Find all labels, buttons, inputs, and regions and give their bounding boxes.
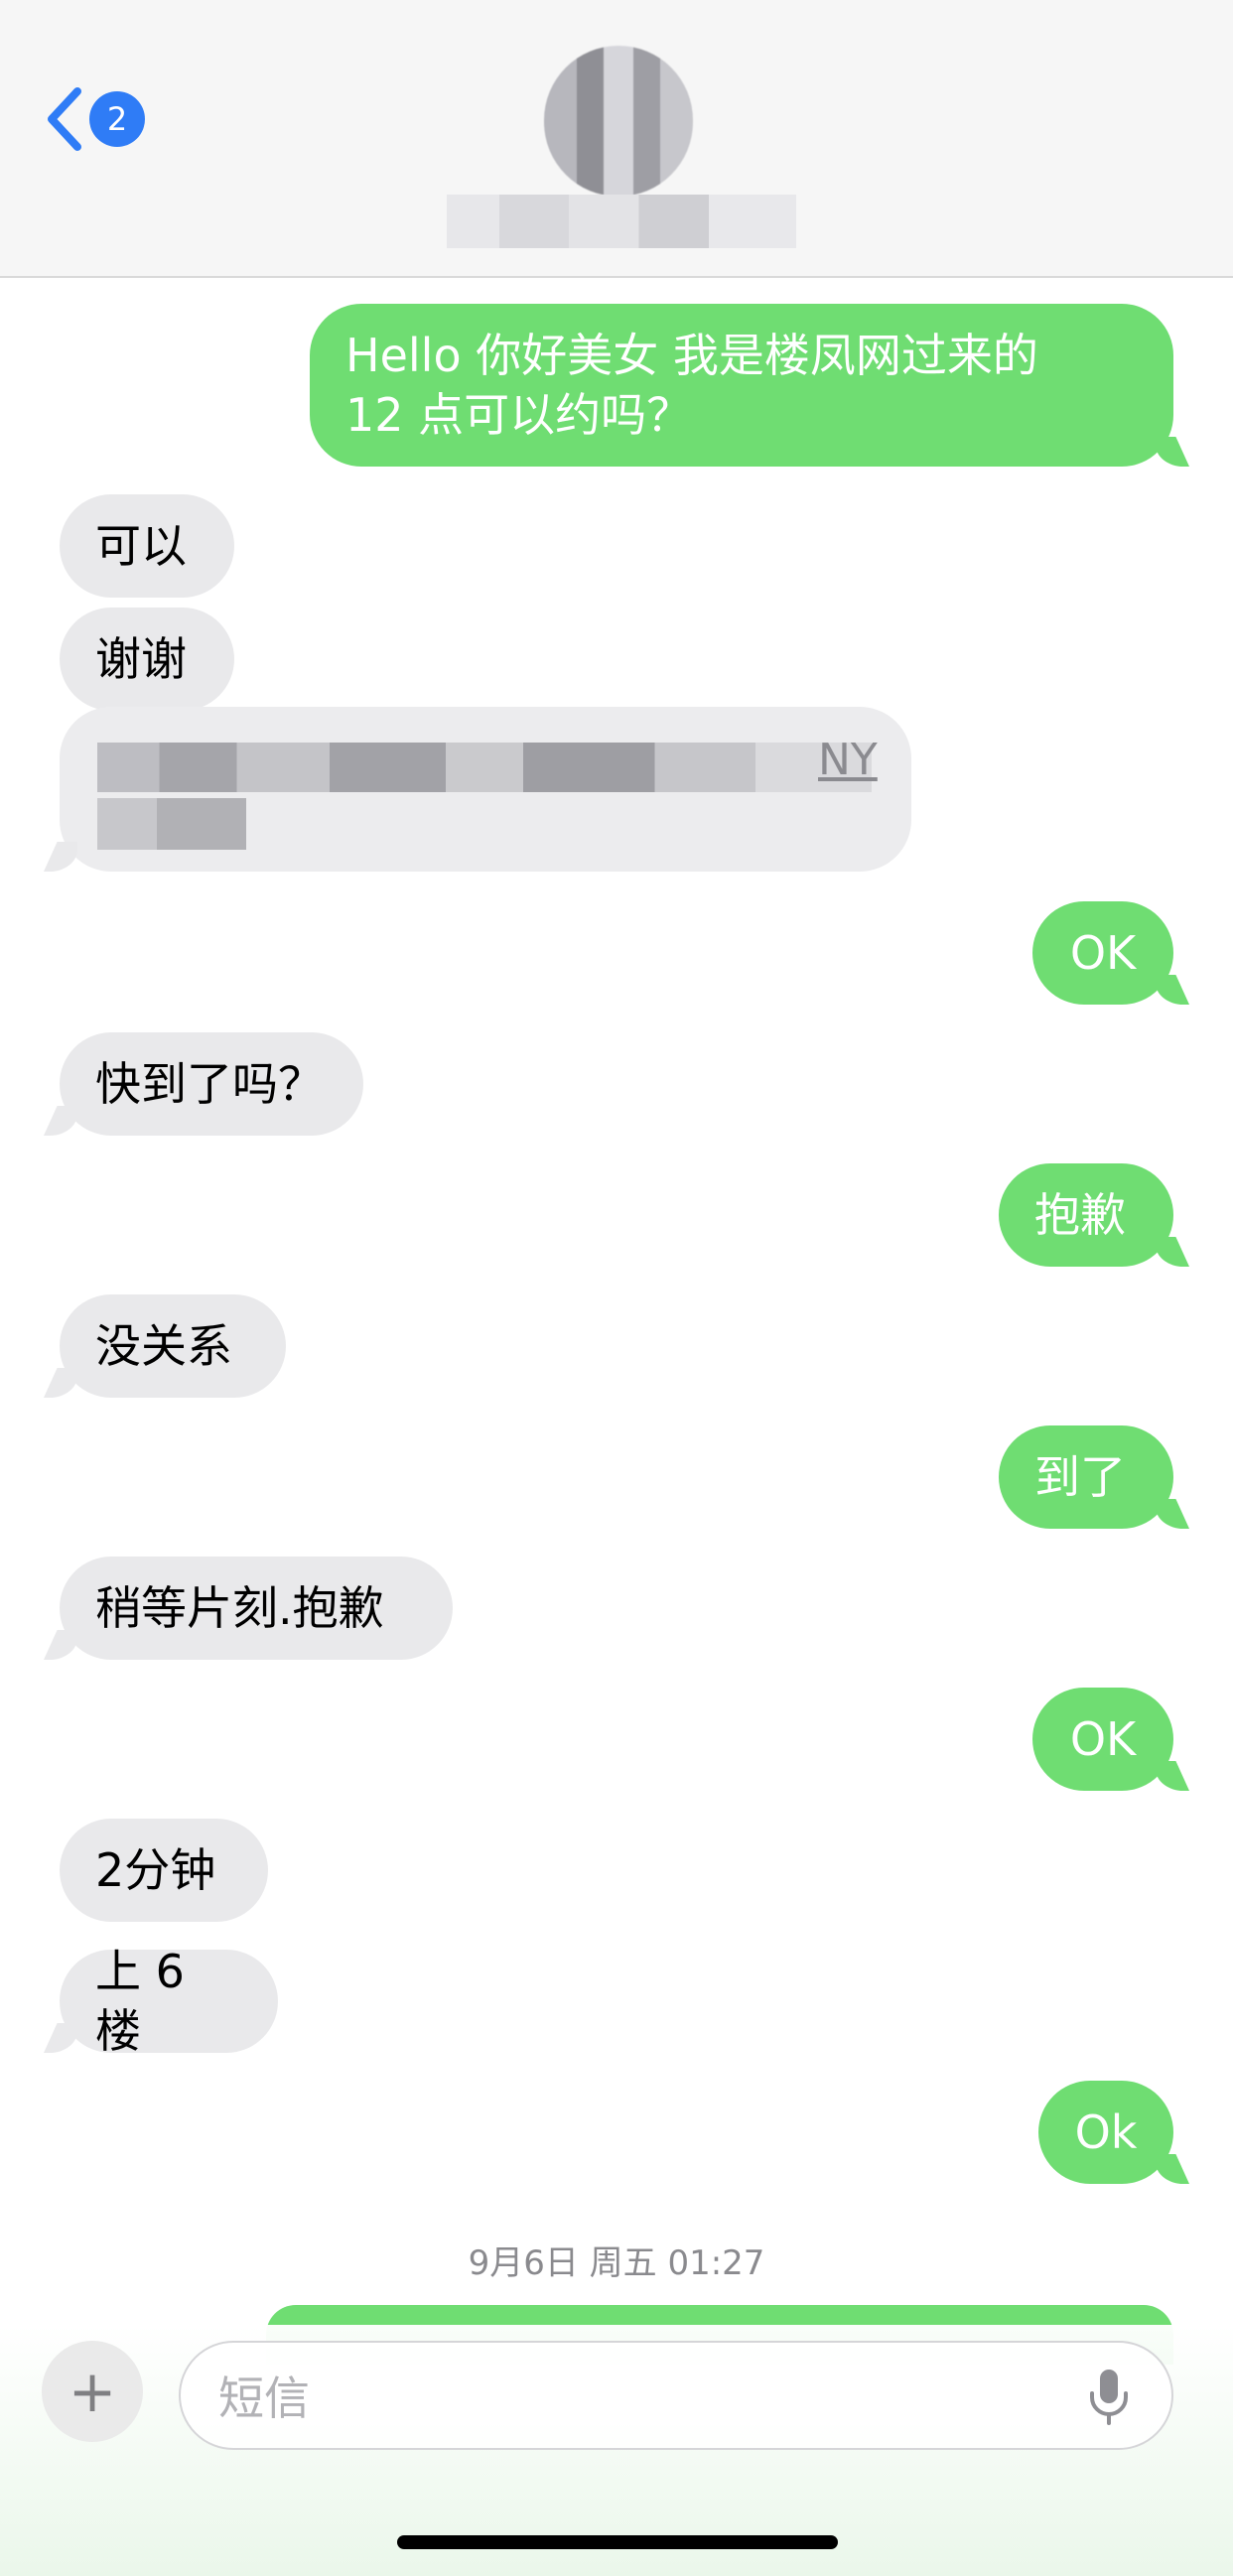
- back-button[interactable]: 2: [44, 85, 145, 153]
- home-indicator[interactable]: [397, 2535, 838, 2549]
- add-attachment-button[interactable]: +: [42, 2341, 143, 2442]
- redacted-text-line: [97, 743, 872, 792]
- microphone-icon[interactable]: [1086, 2368, 1132, 2427]
- message-bubble-received[interactable]: 快到了吗？: [60, 1032, 363, 1136]
- message-bubble-received[interactable]: 稍等片刻.抱歉: [60, 1557, 453, 1660]
- message-bubble-received[interactable]: 没关系: [60, 1294, 286, 1398]
- message-bubble-received[interactable]: 谢谢: [60, 608, 234, 711]
- message-bubble-sent[interactable]: 抱歉: [999, 1163, 1173, 1267]
- message-bubble-received[interactable]: 可以: [60, 494, 234, 598]
- message-bubble-sent[interactable]: OK: [1032, 901, 1173, 1005]
- message-bubble-sent[interactable]: 到了: [999, 1425, 1173, 1529]
- address-link[interactable]: NY: [818, 731, 878, 790]
- contact-name-redacted[interactable]: [447, 195, 796, 248]
- message-bubble-sent[interactable]: OK: [1032, 1688, 1173, 1791]
- chevron-left-icon: [48, 87, 81, 151]
- message-input[interactable]: 短信: [179, 2341, 1173, 2450]
- message-bubble-received[interactable]: 上 6 楼: [60, 1945, 278, 2058]
- contact-avatar[interactable]: [544, 46, 693, 197]
- message-timestamp: 9月6日 周五 01:27: [468, 2243, 765, 2283]
- plus-icon: +: [68, 2358, 117, 2425]
- message-input-placeholder: 短信: [218, 2372, 310, 2425]
- message-bubble-sent[interactable]: Ok: [1038, 2081, 1173, 2184]
- message-bubble-received-redacted[interactable]: NY: [60, 707, 911, 872]
- unread-count-badge: 2: [89, 91, 145, 147]
- conversation-header: 2: [0, 0, 1233, 278]
- message-bubble-sent[interactable]: Hello 你好美女 我是楼凤网过来的 12 点可以约吗？: [310, 304, 1173, 467]
- redacted-text-line: [97, 798, 246, 850]
- message-bubble-received[interactable]: 2分钟: [60, 1819, 268, 1922]
